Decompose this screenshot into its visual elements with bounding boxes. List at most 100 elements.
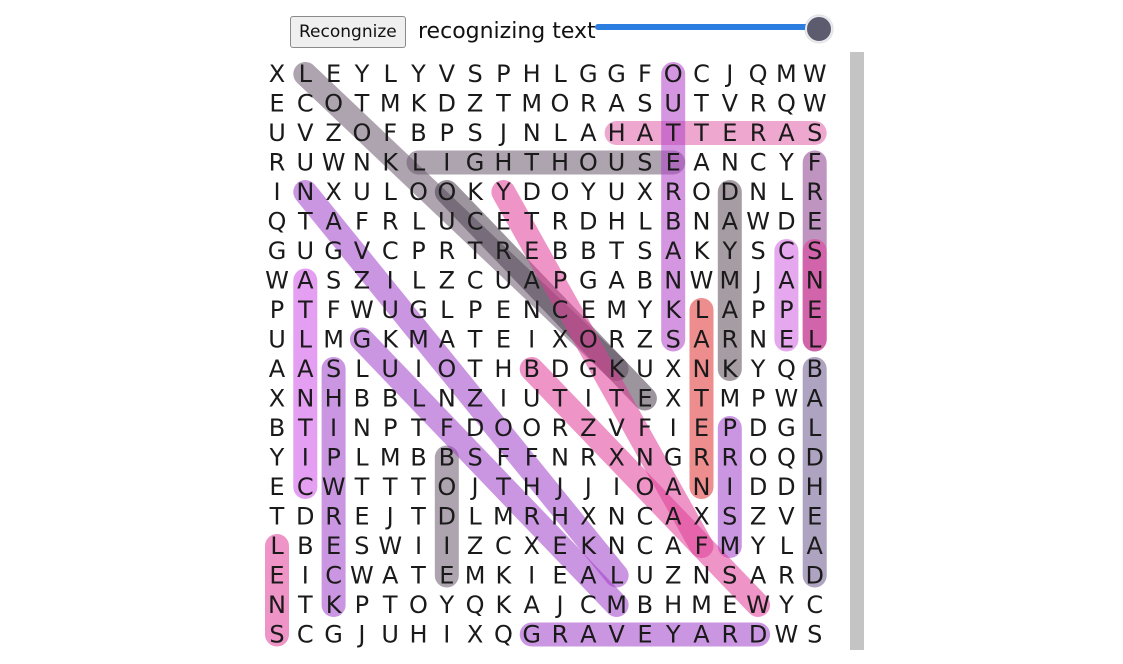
grid-cell: R bbox=[552, 208, 569, 236]
grid-cell: H bbox=[806, 473, 824, 501]
grid-cell: Y bbox=[269, 444, 285, 472]
grid-cell: V bbox=[608, 414, 625, 442]
grid-cell: L bbox=[695, 296, 709, 324]
grid-cell: P bbox=[326, 444, 340, 472]
grid-cell: I bbox=[528, 326, 535, 354]
grid-cell: T bbox=[495, 473, 511, 501]
grid-cell: H bbox=[494, 355, 512, 383]
grid-cell: T bbox=[297, 296, 313, 324]
grid-cell: L bbox=[638, 208, 652, 236]
grid-cell: N bbox=[693, 208, 711, 236]
grid-cell: D bbox=[777, 208, 795, 236]
grid-cell: T bbox=[608, 385, 624, 413]
grid-cell: N bbox=[296, 385, 314, 413]
grid-cell: H bbox=[608, 208, 626, 236]
grid-cell: A bbox=[665, 503, 682, 531]
grid-cell: T bbox=[467, 237, 483, 265]
grid-cell: T bbox=[467, 355, 483, 383]
grid-cell: A bbox=[806, 385, 823, 413]
recognize-button[interactable]: Recongnize bbox=[290, 16, 406, 48]
grid-cell: V bbox=[608, 621, 625, 649]
grid-cell: L bbox=[355, 355, 369, 383]
grid-cell: F bbox=[695, 532, 709, 560]
grid-cell: W bbox=[322, 149, 346, 177]
grid-cell: T bbox=[382, 473, 398, 501]
grid-cell: L bbox=[780, 532, 794, 560]
grid-cell: D bbox=[749, 473, 767, 501]
grid-cell: T bbox=[410, 473, 426, 501]
grid-cell: M bbox=[521, 90, 542, 118]
grid-cell: B bbox=[382, 385, 398, 413]
vertical-scrollbar[interactable] bbox=[850, 52, 864, 650]
grid-cell: X bbox=[637, 178, 653, 206]
grid-cell: E bbox=[694, 414, 709, 442]
grid-cell: E bbox=[354, 503, 369, 531]
grid-cell: M bbox=[606, 296, 627, 324]
grid-cell: F bbox=[808, 149, 822, 177]
grid-cell: E bbox=[326, 60, 341, 88]
grid-cell: E bbox=[269, 473, 284, 501]
grid-cell: K bbox=[496, 562, 513, 590]
grid-cell: I bbox=[613, 473, 620, 501]
grid-cell: M bbox=[465, 562, 486, 590]
grid-cell: C bbox=[637, 532, 654, 560]
toolbar: Recongnize recognizing text bbox=[290, 14, 850, 52]
grid-cell: F bbox=[525, 444, 539, 472]
grid-cell: G bbox=[268, 237, 287, 265]
grid-cell: P bbox=[270, 296, 284, 324]
grid-cell: Y bbox=[665, 621, 681, 649]
grid-cell: O bbox=[579, 326, 598, 354]
grid-cell: N bbox=[438, 385, 456, 413]
grid-cell: A bbox=[439, 326, 456, 354]
grid-cell: W bbox=[350, 296, 374, 324]
grid-cell: T bbox=[297, 414, 313, 442]
grid-cell: S bbox=[467, 60, 482, 88]
grid-cell: L bbox=[553, 60, 567, 88]
grid-cell: R bbox=[778, 562, 795, 590]
grid-cell: K bbox=[382, 326, 399, 354]
grid-cell: T bbox=[297, 208, 313, 236]
grid-cell: A bbox=[693, 621, 710, 649]
grid-cell: P bbox=[723, 414, 737, 442]
grid-cell: X bbox=[269, 60, 285, 88]
grid-cell: T bbox=[523, 208, 539, 236]
grid-cell: X bbox=[665, 385, 681, 413]
grid-cell: S bbox=[467, 444, 482, 472]
grid-cell: T bbox=[665, 119, 681, 147]
grid-cell: Q bbox=[749, 60, 768, 88]
grid-cell: A bbox=[693, 326, 710, 354]
grid-cell: N bbox=[749, 178, 767, 206]
grid-cell: J bbox=[554, 591, 563, 619]
grid-cell: W bbox=[690, 267, 714, 295]
grid-cell: J bbox=[753, 267, 762, 295]
grid-cell: Q bbox=[268, 208, 287, 236]
grid-cell: A bbox=[523, 267, 540, 295]
progress-thumb[interactable] bbox=[805, 15, 833, 43]
grid-cell: K bbox=[694, 237, 711, 265]
grid-cell: H bbox=[523, 473, 541, 501]
grid-cell: O bbox=[352, 119, 371, 147]
grid-cell: A bbox=[750, 562, 767, 590]
grid-cell: N bbox=[523, 296, 541, 324]
grid-cell: U bbox=[495, 267, 513, 295]
grid-cell: L bbox=[299, 326, 313, 354]
grid-cell: U bbox=[608, 149, 626, 177]
grid-cell: I bbox=[302, 444, 309, 472]
grid-cell: N bbox=[523, 119, 541, 147]
grid-cell: L bbox=[610, 562, 624, 590]
grid-cell: Y bbox=[721, 237, 737, 265]
grid-cell: S bbox=[722, 503, 737, 531]
grid-cell: Z bbox=[637, 326, 653, 354]
grid-cell: D bbox=[438, 503, 456, 531]
grid-cell: E bbox=[581, 296, 596, 324]
grid-cell: T bbox=[410, 503, 426, 531]
grid-cell: N bbox=[268, 591, 286, 619]
grid-cell: N bbox=[551, 444, 569, 472]
grid-cell: A bbox=[806, 532, 823, 560]
grid-cell: E bbox=[637, 621, 652, 649]
grid-cell: Z bbox=[354, 267, 370, 295]
grid-cell: W bbox=[265, 267, 289, 295]
grid-cell: W bbox=[350, 562, 374, 590]
progress-slider[interactable] bbox=[595, 15, 833, 48]
grid-cell: U bbox=[297, 149, 315, 177]
